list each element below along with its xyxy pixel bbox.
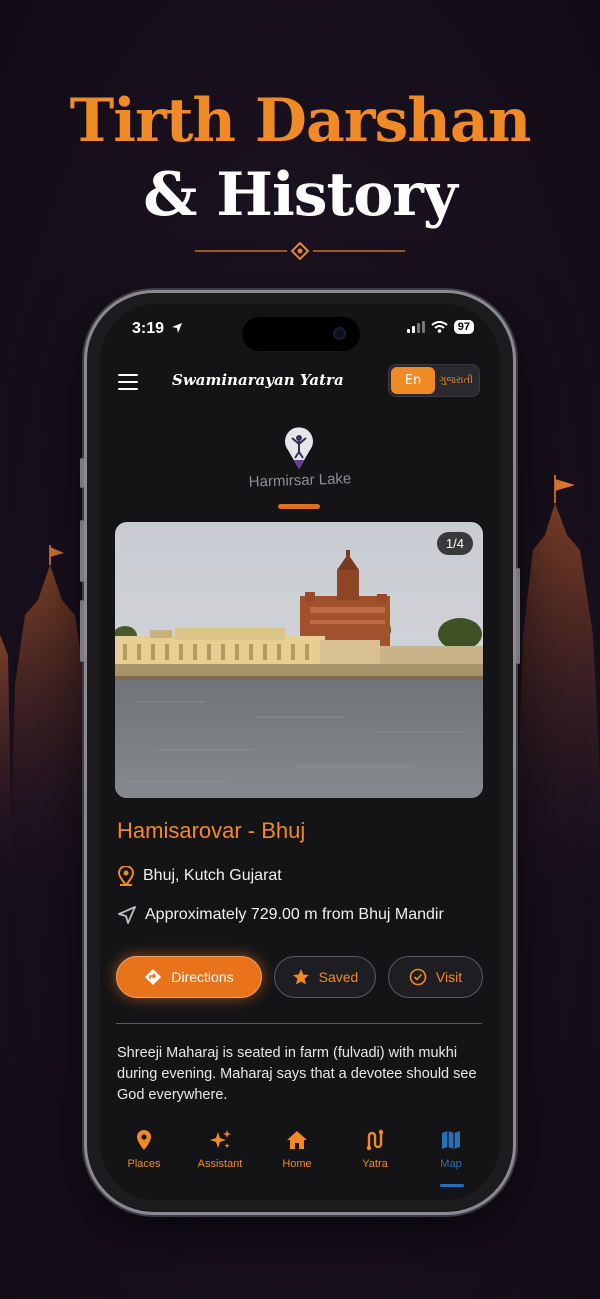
phone-power-button [516, 568, 520, 664]
battery-indicator: 97 [453, 320, 474, 334]
directions-label: Directions [171, 969, 234, 985]
tab-home-label: Home [282, 1158, 312, 1170]
place-distance-text: Approximately 729.00 m from Bhuj Mandir [145, 906, 444, 923]
dynamic-island [242, 317, 360, 351]
tab-map[interactable]: Map [416, 1128, 486, 1170]
place-photo[interactable]: 1/4 [115, 522, 483, 798]
lake-palace-image [115, 522, 483, 798]
navigation-arrow-icon [118, 906, 136, 924]
tab-assistant-label: Assistant [197, 1158, 243, 1170]
tab-yatra-label: Yatra [362, 1158, 388, 1170]
location-pin-icon [137, 1130, 151, 1150]
map-pin-icon [285, 427, 313, 469]
location-arrow-icon [172, 323, 183, 333]
saved-button[interactable]: Saved [274, 956, 376, 998]
ornament-divider [195, 242, 405, 260]
saved-label: Saved [318, 969, 359, 985]
image-counter-badge: 1/4 [436, 532, 473, 555]
directions-icon [145, 969, 162, 985]
place-distance-row: Approximately 729.00 m from Bhuj Mandir [117, 905, 444, 925]
status-time: 3:19 [132, 320, 183, 338]
star-icon [292, 969, 309, 985]
app-brand-title: Swaminarayan Yatra [172, 371, 344, 389]
signal-icon [406, 321, 425, 333]
tab-assistant[interactable]: Assistant [185, 1128, 255, 1170]
app-header: Swaminarayan Yatra En ગુજરાતી [100, 364, 500, 404]
wifi-icon [431, 321, 448, 333]
route-icon [366, 1129, 384, 1151]
map-icon [442, 1131, 460, 1149]
promo-title-line2: & History [143, 160, 458, 230]
tab-home[interactable]: Home [262, 1128, 332, 1170]
sparkles-icon [210, 1130, 231, 1149]
place-location-row: Bhuj, Kutch Gujarat [117, 866, 282, 886]
phone-volume-up [80, 520, 84, 582]
phone-mute-switch [80, 458, 84, 488]
tab-places[interactable]: Places [109, 1128, 179, 1170]
tab-places-label: Places [127, 1158, 161, 1170]
app-screen: 3:19 97 Swaminarayan Yatra En ગુજરાતી Ha… [100, 304, 500, 1200]
place-title: Hamisarovar - Bhuj [117, 818, 306, 843]
location-pin-icon [117, 866, 135, 886]
map-pin-marker[interactable]: Harmirsar Lake [100, 424, 500, 514]
home-icon [287, 1131, 307, 1149]
directions-button[interactable]: Directions [116, 956, 262, 998]
tab-map-label: Map [440, 1158, 462, 1170]
temple-silhouette-right [515, 475, 600, 875]
section-divider [116, 1023, 482, 1024]
promo-title-line1: Tirth Darshan [69, 86, 532, 156]
phone-volume-down [80, 600, 84, 662]
lang-option-gujarati[interactable]: ગુજરાતી [435, 367, 477, 394]
lang-option-en[interactable]: En [391, 367, 435, 394]
place-location-text: Bhuj, Kutch Gujarat [143, 867, 282, 884]
pin-underline [278, 504, 320, 509]
active-tab-indicator [440, 1184, 464, 1187]
check-circle-icon [409, 968, 427, 986]
bottom-tab-bar: Places Assistant Home Yatra Map [100, 1112, 500, 1200]
visit-button[interactable]: Visit [388, 956, 483, 998]
hamburger-menu-icon[interactable] [118, 374, 138, 390]
place-description: Shreeji Maharaj is seated in farm (fulva… [117, 1045, 477, 1103]
language-toggle[interactable]: En ગુજરાતી [388, 364, 480, 397]
visit-label: Visit [435, 969, 463, 985]
tab-yatra[interactable]: Yatra [340, 1128, 410, 1170]
